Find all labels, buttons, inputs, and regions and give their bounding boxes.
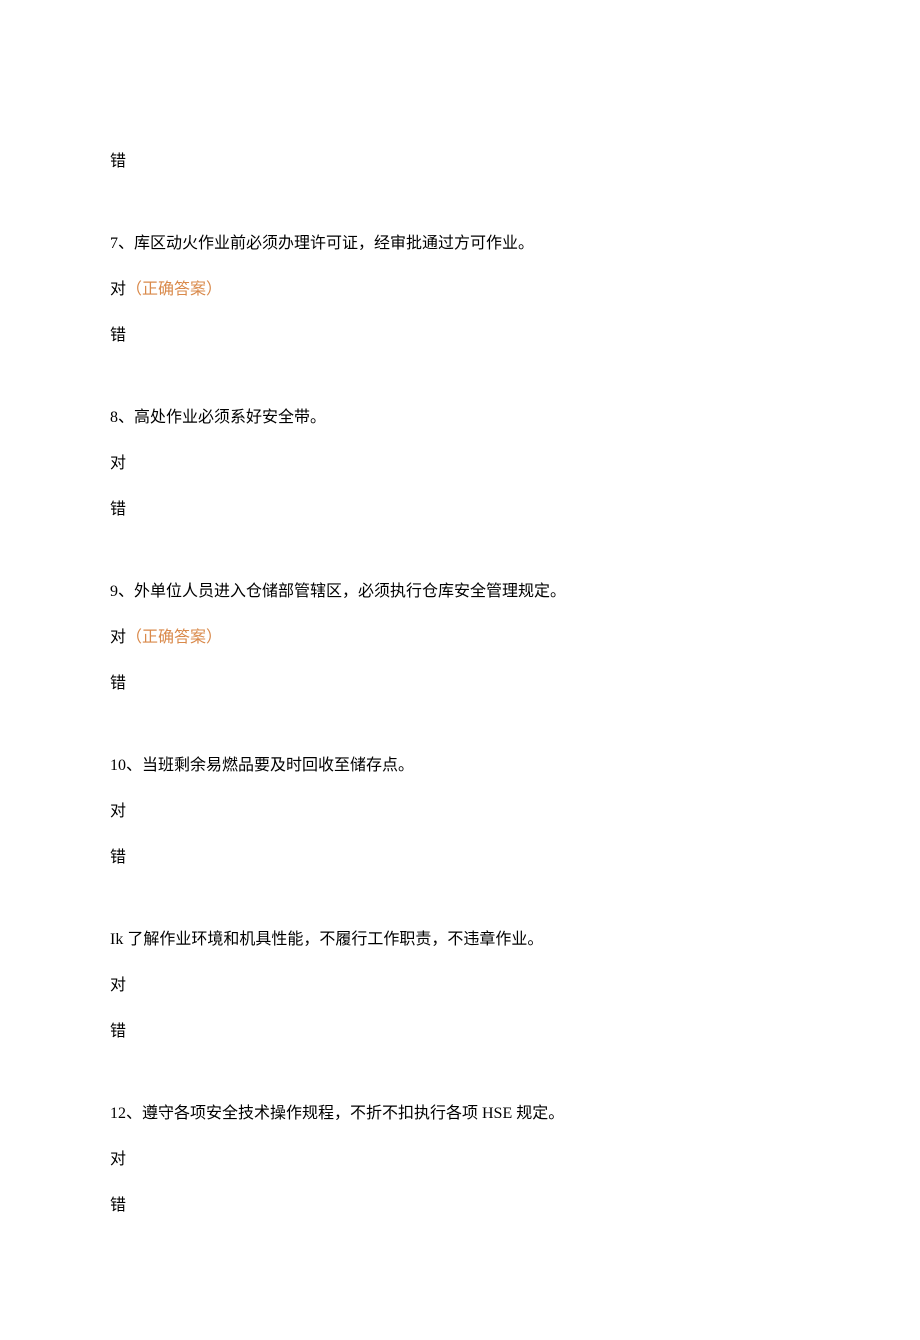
question-block: 10、当班剩余易燃品要及时回收至储存点。 对 错 bbox=[110, 754, 810, 870]
option-true-text: 对 bbox=[110, 281, 126, 298]
option-false: 错 bbox=[110, 1194, 810, 1218]
question-block: Ik 了解作业环境和机具性能，不履行工作职责，不违章作业。 对 错 bbox=[110, 928, 810, 1044]
option-false: 错 bbox=[110, 1020, 810, 1044]
question-block: 8、高处作业必须系好安全带。 对 错 bbox=[110, 406, 810, 522]
question-stem: 12、遵守各项安全技术操作规程，不折不扣执行各项 HSE 规定。 bbox=[110, 1102, 810, 1126]
correct-answer-label: （正确答案） bbox=[126, 281, 222, 298]
correct-answer-label: （正确答案） bbox=[126, 629, 222, 646]
question-stem: 7、库区动火作业前必须办理许可证，经审批通过方可作业。 bbox=[110, 232, 810, 256]
question-stem: 9、外单位人员进入仓储部管辖区，必须执行仓库安全管理规定。 bbox=[110, 580, 810, 604]
option-false: 错 bbox=[110, 672, 810, 696]
question-block: 7、库区动火作业前必须办理许可证，经审批通过方可作业。 对（正确答案） 错 bbox=[110, 232, 810, 348]
option-true: 对 bbox=[110, 974, 810, 998]
question-block: 9、外单位人员进入仓储部管辖区，必须执行仓库安全管理规定。 对（正确答案） 错 bbox=[110, 580, 810, 696]
option-true: 对 bbox=[110, 452, 810, 476]
question-stem: Ik 了解作业环境和机具性能，不履行工作职责，不违章作业。 bbox=[110, 928, 810, 952]
question-stem: 8、高处作业必须系好安全带。 bbox=[110, 406, 810, 430]
option-false: 错 bbox=[110, 846, 810, 870]
option-true: 对 bbox=[110, 800, 810, 824]
option-true: 对 bbox=[110, 1148, 810, 1172]
option-false: 错 bbox=[110, 324, 810, 348]
question-block: 错 bbox=[110, 150, 810, 174]
option-true: 对（正确答案） bbox=[110, 626, 810, 650]
option-true: 对（正确答案） bbox=[110, 278, 810, 302]
question-block: 12、遵守各项安全技术操作规程，不折不扣执行各项 HSE 规定。 对 错 bbox=[110, 1102, 810, 1218]
option-false: 错 bbox=[110, 150, 810, 174]
option-true-text: 对 bbox=[110, 629, 126, 646]
document-page: 错 7、库区动火作业前必须办理许可证，经审批通过方可作业。 对（正确答案） 错 … bbox=[0, 0, 920, 1340]
option-false: 错 bbox=[110, 498, 810, 522]
question-stem: 10、当班剩余易燃品要及时回收至储存点。 bbox=[110, 754, 810, 778]
